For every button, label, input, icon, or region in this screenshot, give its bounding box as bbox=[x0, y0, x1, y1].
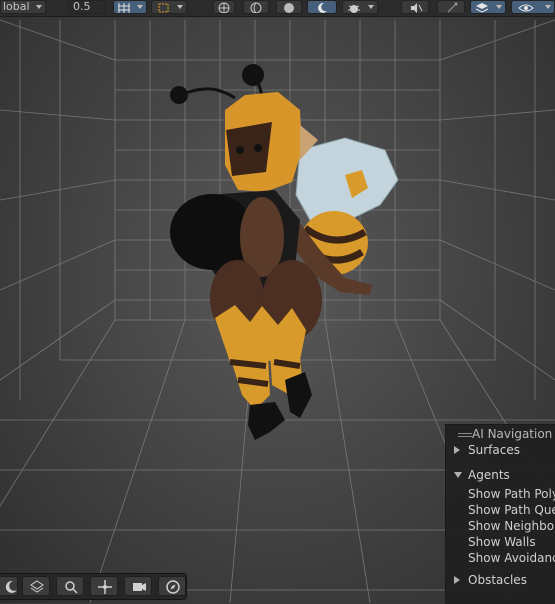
surfaces-foldout[interactable]: Surfaces bbox=[454, 443, 520, 457]
collapse-arrow-icon bbox=[454, 472, 462, 478]
layers-icon bbox=[475, 3, 489, 13]
mute-icon bbox=[411, 3, 423, 13]
grid-snap-button[interactable] bbox=[113, 0, 147, 14]
obstacles-foldout[interactable]: Obstacles bbox=[454, 573, 527, 587]
show-path-polygons-toggle[interactable]: Show Path Polygons bbox=[468, 487, 555, 501]
show-neighbours-toggle[interactable]: Show Neighbours bbox=[468, 519, 555, 533]
effects-toggle-button[interactable] bbox=[437, 0, 465, 14]
agents-label: Agents bbox=[468, 468, 510, 482]
eye-icon bbox=[518, 4, 534, 12]
obstacles-label: Obstacles bbox=[468, 573, 527, 587]
lit-mode-button[interactable] bbox=[307, 0, 337, 14]
globe-icon bbox=[218, 2, 230, 13]
increment-snap-icon bbox=[158, 3, 169, 13]
agents-foldout[interactable]: Agents bbox=[454, 468, 510, 482]
orbit-button[interactable] bbox=[0, 576, 18, 596]
scene-visibility-button[interactable] bbox=[511, 0, 555, 14]
show-path-query-nodes-toggle[interactable]: Show Path Query Nodes bbox=[468, 503, 555, 517]
camera-button[interactable] bbox=[124, 576, 152, 596]
wireframe-sphere-icon bbox=[250, 2, 262, 13]
pivot-rotation-label: lobal bbox=[3, 0, 30, 13]
effects-icon bbox=[447, 2, 458, 13]
increment-snap-button[interactable] bbox=[151, 0, 187, 14]
grid-snap-icon bbox=[118, 3, 130, 13]
ai-navigation-title: AI Navigation bbox=[472, 427, 553, 441]
shaded-mode-button[interactable] bbox=[276, 0, 302, 14]
snap-increment-value: 0.5 bbox=[73, 0, 91, 13]
surfaces-label: Surfaces bbox=[468, 443, 520, 457]
orbit-icon bbox=[5, 580, 17, 593]
gizmos-dropdown[interactable] bbox=[342, 0, 378, 14]
overlay-toolbar bbox=[0, 573, 187, 600]
navigation-button[interactable] bbox=[158, 576, 186, 596]
search-icon bbox=[65, 581, 78, 594]
expand-arrow-icon bbox=[454, 576, 460, 584]
scene-toolbar: lobal 0.5 bbox=[0, 0, 555, 17]
global-view-button[interactable] bbox=[213, 0, 235, 14]
shading-mode-button[interactable] bbox=[243, 0, 269, 14]
layers-button[interactable] bbox=[22, 576, 50, 596]
layers-visibility-button[interactable] bbox=[470, 0, 506, 14]
layers-icon bbox=[30, 580, 44, 593]
show-walls-toggle[interactable]: Show Walls bbox=[468, 535, 536, 549]
camera-icon bbox=[133, 583, 146, 591]
pivot-rotation-dropdown[interactable]: lobal bbox=[0, 0, 46, 14]
search-button[interactable] bbox=[56, 576, 84, 596]
snap-increment-field[interactable]: 0.5 bbox=[68, 0, 106, 14]
show-avoidance-toggle[interactable]: Show Avoidance bbox=[468, 551, 555, 565]
shaded-sphere-icon bbox=[284, 3, 294, 13]
moon-icon bbox=[318, 2, 327, 13]
bug-icon bbox=[348, 5, 360, 13]
ai-navigation-overlay[interactable]: AI Navigation Surfaces Agents Show Path … bbox=[445, 424, 555, 604]
compass-icon bbox=[166, 580, 180, 594]
audio-toggle-button[interactable] bbox=[401, 0, 429, 14]
move-icon bbox=[98, 580, 112, 594]
expand-arrow-icon bbox=[454, 446, 460, 454]
move-tool-button[interactable] bbox=[90, 576, 118, 596]
drag-handle-icon[interactable] bbox=[458, 433, 472, 439]
